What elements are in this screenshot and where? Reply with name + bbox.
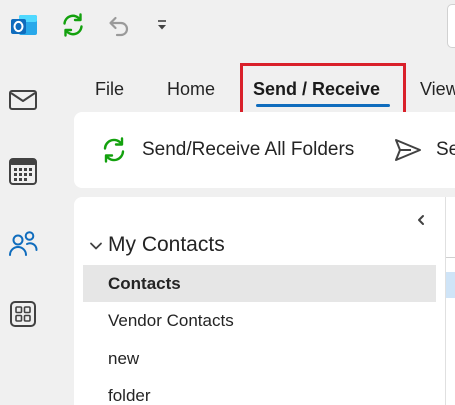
list-header-line [446, 257, 455, 258]
search-box[interactable] [447, 4, 455, 48]
my-contacts-section-title[interactable]: My Contacts [108, 232, 225, 258]
folder-item-new[interactable]: new [83, 340, 436, 377]
tab-view[interactable]: View [420, 78, 455, 102]
tab-file[interactable]: File [95, 78, 124, 102]
folder-item-contacts[interactable]: Contacts [83, 265, 436, 302]
customize-qat-icon[interactable] [154, 17, 170, 33]
sync-icon[interactable] [59, 11, 87, 39]
list-row-selected[interactable] [446, 272, 455, 298]
tab-home[interactable]: Home [167, 78, 215, 102]
collapse-pane-icon[interactable] [414, 213, 428, 227]
pane-divider [445, 197, 446, 405]
apps-icon[interactable] [7, 298, 39, 330]
send-command-label[interactable]: Se [436, 138, 455, 162]
send-icon[interactable] [393, 135, 423, 165]
folder-item-vendor-contacts[interactable]: Vendor Contacts [83, 302, 436, 339]
people-icon[interactable] [7, 228, 39, 260]
mail-icon[interactable] [7, 84, 39, 116]
outlook-logo-icon [11, 15, 37, 35]
calendar-icon[interactable] [7, 155, 39, 187]
sync-icon[interactable] [99, 135, 129, 165]
chevron-down-icon[interactable] [88, 238, 104, 254]
undo-icon[interactable] [104, 12, 132, 40]
folder-item-folder[interactable]: folder [83, 377, 436, 405]
annotation-highlight-box [240, 63, 406, 116]
send-receive-all-folders-button[interactable]: Send/Receive All Folders [142, 138, 354, 162]
